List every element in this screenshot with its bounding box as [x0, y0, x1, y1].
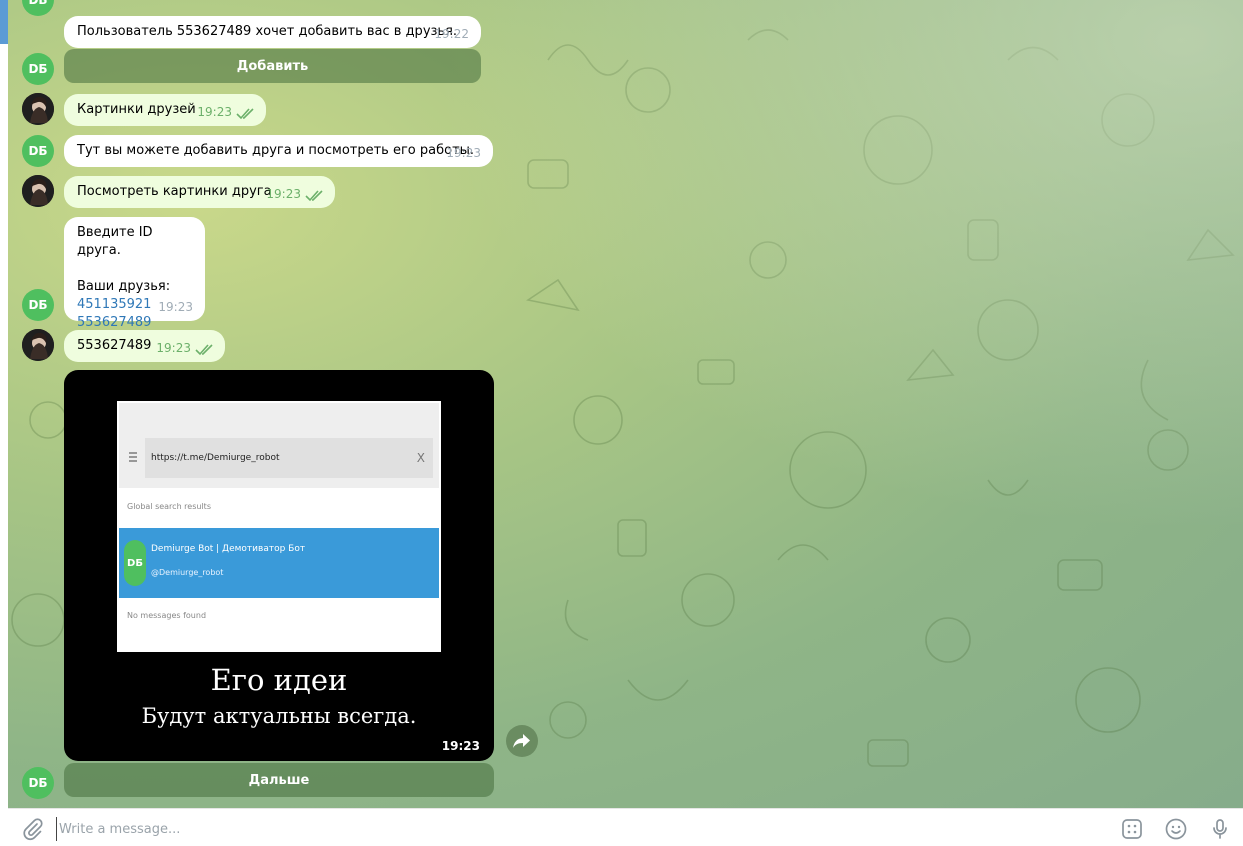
friends-list-message: Введите ID друга. Ваши друзья: 451135921… [64, 217, 205, 330]
bot-avatar[interactable]: DБ [22, 767, 54, 799]
demotivator-subtitle: Будут актуальны всегда. [141, 704, 417, 728]
message-time: 19:23 [197, 105, 232, 119]
message-time: 19:23 [156, 341, 191, 355]
outgoing-message: Картинки друзей 19:23 [64, 94, 266, 126]
friend-request-message: Пользователь 553627489 хочет добавить ва… [64, 16, 481, 48]
close-icon: X [416, 451, 425, 465]
bot-avatar[interactable]: DБ [22, 0, 54, 16]
paperclip-icon[interactable] [21, 817, 45, 841]
screenshot-bot-avatar: DБ [124, 540, 146, 586]
screenshot-url: https://t.me/Demiurge_robot [151, 453, 280, 463]
emoji-icon[interactable] [1164, 817, 1188, 841]
message-input[interactable] [56, 817, 1061, 841]
user-avatar[interactable] [22, 175, 54, 207]
message-text: Картинки друзей [77, 102, 196, 117]
user-avatar[interactable] [22, 329, 54, 361]
user-avatar[interactable] [22, 93, 54, 125]
message-text: Посмотреть картинки друга [77, 184, 272, 199]
double-check-icon [195, 344, 213, 356]
message-time: 19:23 [266, 187, 301, 201]
bot-commands-icon[interactable] [1120, 817, 1144, 841]
message-text: Пользователь 553627489 хочет добавить ва… [77, 24, 458, 39]
user-photo-icon [22, 93, 54, 125]
screenshot-result-row: DБ Demiurge Bot | Демотиватор Бот @Demiu… [119, 528, 439, 598]
user-photo-icon [22, 329, 54, 361]
double-check-icon [236, 108, 254, 120]
message-text: Ваши друзья: [77, 279, 171, 294]
screenshot-bot-name: Demiurge Bot | Демотиватор Бот [151, 544, 306, 554]
active-chat-indicator [0, 0, 8, 44]
message-time: 19:23 [441, 739, 480, 753]
bot-avatar[interactable]: DБ [22, 53, 54, 85]
next-button[interactable]: Дальше [64, 763, 494, 797]
message-text: Введите ID друга. [77, 225, 153, 258]
share-button[interactable] [506, 725, 538, 757]
bot-avatar[interactable]: DБ [22, 289, 54, 321]
photo-message[interactable]: https://t.me/Demiurge_robot X Global sea… [64, 370, 494, 761]
demotivator-title: Его идеи [210, 663, 348, 697]
message-time: 19:23 [446, 146, 481, 160]
incoming-message: Тут вы можете добавить друга и посмотрет… [64, 135, 493, 167]
bot-avatar[interactable]: DБ [22, 135, 54, 167]
screenshot-global-label: Global search results [127, 502, 211, 511]
message-time: 19:23 [158, 300, 193, 314]
double-check-icon [305, 190, 323, 202]
message-text: Тут вы можете добавить друга и посмотрет… [77, 143, 475, 158]
outgoing-message: Посмотреть картинки друга 19:23 [64, 176, 335, 208]
add-friend-button[interactable]: Добавить [64, 49, 481, 83]
user-photo-icon [22, 175, 54, 207]
screenshot-no-messages: No messages found [127, 611, 207, 620]
screenshot-search-field: https://t.me/Demiurge_robot X [145, 438, 433, 478]
embedded-screenshot: https://t.me/Demiurge_robot X Global sea… [117, 401, 441, 652]
outgoing-message: 553627489 19:23 [64, 330, 225, 362]
left-panel-edge [0, 0, 8, 846]
message-composer [8, 808, 1243, 846]
microphone-icon[interactable] [1208, 817, 1232, 841]
message-time: 19:22 [434, 27, 469, 41]
menu-icon [129, 452, 137, 462]
screenshot-bot-handle: @Demiurge_robot [151, 568, 224, 577]
share-icon [513, 734, 530, 748]
message-text: 553627489 [77, 338, 152, 353]
chat-history[interactable]: DБ Пользователь 553627489 хочет добавить… [8, 0, 1243, 808]
